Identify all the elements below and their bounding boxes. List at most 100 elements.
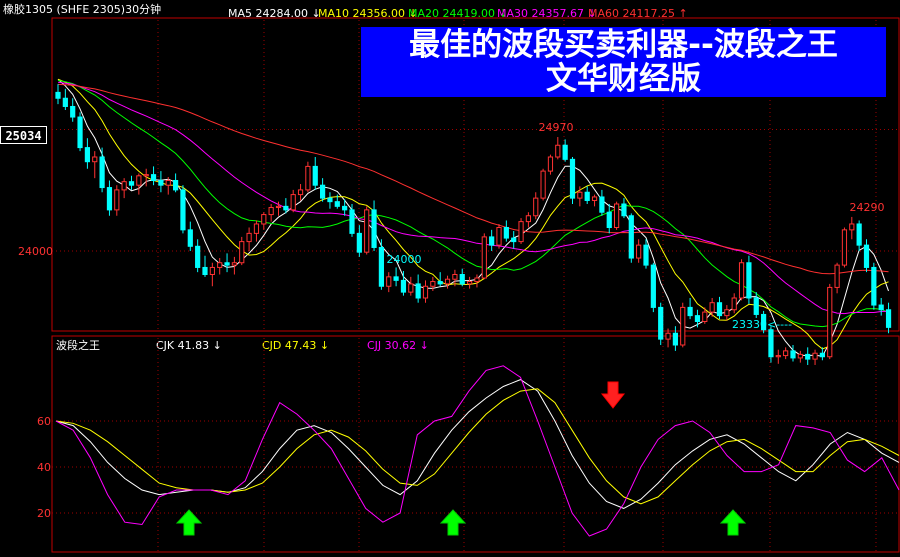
candle	[349, 204, 355, 237]
price-annotation: 24290	[850, 201, 885, 214]
candle	[650, 262, 656, 313]
candle	[783, 347, 789, 360]
candle	[863, 239, 870, 273]
candle	[481, 233, 487, 280]
candle	[584, 186, 590, 204]
price-annotations: 24970 24000 24290 23330<----	[387, 121, 885, 331]
candle	[297, 184, 304, 201]
indicator-tick-label: 40	[37, 461, 51, 474]
candle	[489, 229, 495, 251]
candle	[92, 151, 98, 179]
indicator-tick-label: 20	[37, 507, 51, 520]
candle	[386, 272, 392, 293]
candle	[658, 302, 664, 345]
indicator-panel-frame	[51, 335, 900, 553]
candle	[268, 204, 274, 222]
candle	[849, 216, 855, 240]
title-banner: 最佳的波段买卖利器--波段之王 文华财经版	[361, 27, 886, 97]
candle	[187, 221, 193, 251]
candle	[753, 292, 759, 318]
candle	[467, 276, 473, 289]
candle	[562, 139, 568, 162]
candle	[128, 175, 135, 190]
ma-legend-ma20: MA20 24419.00 ↓	[408, 7, 508, 20]
candle	[503, 220, 509, 242]
candle	[305, 161, 311, 193]
candle	[569, 157, 576, 204]
candle	[371, 200, 377, 251]
candle	[885, 302, 892, 334]
candle	[518, 218, 524, 244]
candle	[393, 267, 399, 287]
candle	[797, 350, 803, 363]
candle	[202, 255, 208, 277]
candle	[312, 157, 318, 190]
candle	[731, 293, 737, 314]
candle	[790, 345, 796, 362]
candle	[400, 270, 407, 296]
candle	[290, 189, 296, 213]
candle	[195, 239, 201, 273]
candle	[547, 154, 554, 175]
candle	[246, 227, 252, 251]
indicator-legend-cjk: CJK 41.83 ↓	[156, 339, 222, 352]
ma-legend-ma10: MA10 24356.00 ↓	[318, 7, 418, 20]
indicator-line-cjk	[55, 379, 900, 509]
candle	[746, 255, 752, 304]
candle	[819, 347, 825, 361]
indicator-legend-cjj: CJJ 30.62 ↓	[367, 339, 429, 352]
candle	[687, 298, 693, 320]
candle	[70, 98, 76, 122]
candle	[224, 253, 230, 273]
candle	[62, 88, 68, 110]
indicator-lines	[55, 365, 900, 537]
banner-line-1: 最佳的波段买卖利器--波段之王	[409, 27, 838, 63]
candle	[261, 212, 267, 230]
symbol-title: 橡胶1305 (SHFE 2305)30分钟	[3, 2, 161, 16]
candle	[459, 268, 465, 287]
candle	[136, 173, 142, 195]
candle	[356, 225, 362, 257]
candle	[805, 347, 811, 365]
indicator-legend: CJK 41.83 ↓ CJD 47.43 ↓ CJJ 30.62 ↓	[156, 339, 429, 352]
candle	[55, 84, 61, 105]
candle	[533, 192, 539, 220]
candle	[422, 280, 429, 303]
signal-arrows	[175, 381, 747, 536]
candle	[364, 206, 370, 255]
candle	[474, 274, 480, 288]
indicator-legend-cjd: CJD 47.43 ↓	[262, 339, 329, 352]
y-axis-ticks: 24000 20 40 60	[18, 245, 53, 520]
candle	[672, 326, 678, 351]
candle	[106, 180, 113, 216]
candle	[812, 349, 818, 365]
candle	[856, 220, 862, 251]
candle	[77, 112, 83, 152]
indicator-tick-label: 60	[37, 415, 51, 428]
sell-signal-arrow	[600, 381, 626, 409]
candle	[738, 259, 745, 301]
buy-signal-arrow	[175, 509, 203, 536]
candle	[253, 220, 260, 242]
candle	[150, 166, 157, 186]
candle	[540, 168, 546, 201]
candle	[408, 276, 414, 296]
candle	[525, 212, 531, 228]
price-tick-label: 24000	[18, 245, 53, 258]
buy-signal-arrow	[719, 509, 747, 536]
candle	[878, 298, 884, 316]
candle	[180, 185, 186, 234]
price-annotation: 24000	[387, 253, 422, 266]
candle	[209, 262, 215, 287]
buy-signal-arrow	[439, 509, 467, 536]
indicator-line-cjd	[55, 388, 900, 505]
candle	[599, 189, 605, 216]
price-annotation: 23330<----	[732, 318, 792, 331]
candle	[158, 171, 164, 193]
candle	[591, 194, 598, 207]
candle	[444, 275, 451, 289]
candle	[636, 239, 642, 263]
candle	[511, 231, 517, 249]
current-price-box: 25034	[0, 126, 47, 144]
candle	[239, 236, 245, 266]
